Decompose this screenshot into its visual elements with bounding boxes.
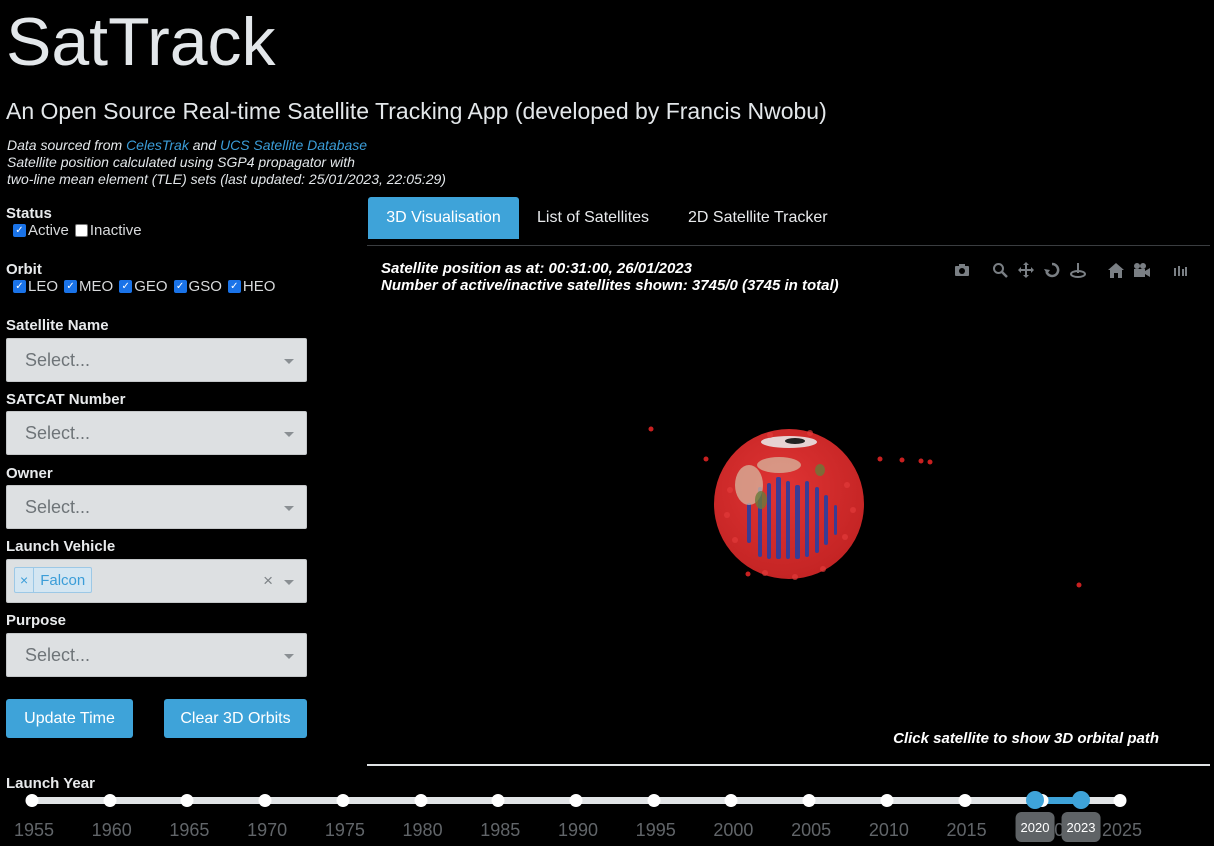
chevron-down-icon[interactable] [284,580,294,585]
slider-tick-label: 2005 [791,820,832,840]
globe-canvas[interactable] [375,255,1203,757]
slider-tick-label: 1980 [402,820,443,840]
source-prefix: Data sourced from [7,137,127,153]
launch-vehicle-label: Launch Vehicle [6,538,116,555]
status-inactive-checkbox[interactable]: Inactive [74,222,142,239]
chevron-down-icon[interactable] [284,506,294,511]
tab-3d-visualisation[interactable]: 3D Visualisation [368,197,519,239]
slider-tick-dot[interactable] [258,794,272,807]
checkbox-checked-icon[interactable]: ✓ [13,280,26,293]
slider-tick-dot[interactable] [569,794,583,807]
chevron-down-icon[interactable] [284,432,294,437]
3d-globe-plot[interactable]: Satellite position as at: 00:31:00, 26/0… [375,255,1203,757]
clear-3d-orbits-button[interactable]: Clear 3D Orbits [164,699,307,738]
owner-dropdown[interactable]: Select... [6,485,307,529]
remove-value-icon[interactable]: × [15,568,35,592]
orbit-heo-checkbox[interactable]: ✓ HEO [227,278,275,295]
range-start-tooltip: 2020 [1015,812,1055,842]
satellite-name-dropdown[interactable]: Select... [6,338,307,382]
satellite-name-label: Satellite Name [6,317,109,334]
slider-tick-label: 2025 [1101,820,1143,840]
slider-tick-dot[interactable] [25,794,39,807]
orbit-geo-checkbox[interactable]: ✓ GEO [119,278,168,295]
slider-tick-dot[interactable] [180,794,194,807]
launch-year-label: Launch Year [6,775,95,792]
orbit-leo-checkbox[interactable]: ✓ LEO [13,278,58,295]
range-end-handle[interactable] [1072,791,1090,809]
slider-tick-dot[interactable] [958,794,972,807]
slider-tick-dot[interactable] [802,794,816,807]
slider-tick-label: 1990 [557,820,599,840]
tab-bar: 3D Visualisation List of Satellites 2D S… [367,197,1210,246]
status-label: Status [6,205,52,222]
source-and: and [188,137,220,153]
status-active-checkbox[interactable]: ✓ Active [13,222,69,239]
slider-tick-label: 1970 [247,820,288,840]
satellite-markers[interactable] [648,426,1082,588]
range-end-tooltip: 2023 [1061,812,1101,842]
checkbox-checked-icon[interactable]: ✓ [119,280,133,293]
chip-label: Falcon [40,571,86,589]
slider-tick-dot[interactable] [491,794,505,807]
purpose-label: Purpose [6,612,67,629]
app-subtitle: An Open Source Real-time Satellite Track… [6,98,827,124]
app-title: SatTrack [6,4,276,80]
orbit-label: Orbit [6,261,42,278]
placeholder: Select... [25,350,91,370]
satcat-number-label: SATCAT Number [6,391,126,408]
slider-tick-dot[interactable] [880,794,894,807]
orbit-gso-checkbox[interactable]: ✓ GSO [173,278,222,295]
purpose-dropdown[interactable]: Select... [6,633,307,677]
status-checklist: ✓ Active Inactive [13,222,148,239]
ucs-database-link[interactable]: UCS Satellite Database [220,137,367,153]
checkbox-checked-icon[interactable]: ✓ [13,224,26,237]
slider-tick-label: 1975 [324,820,365,840]
tle-update-note: two-line mean element (TLE) sets (last u… [7,171,446,187]
clear-icon[interactable]: × [263,571,273,591]
checkbox-checked-icon[interactable]: ✓ [173,280,187,293]
checkbox-unchecked-icon[interactable] [74,224,88,237]
orbit-meo-checkbox[interactable]: ✓ MEO [64,278,113,295]
update-time-button[interactable]: Update Time [6,699,133,738]
selected-value-chip: × Falcon [14,567,93,593]
slider-tick-label: 2010 [868,820,909,840]
chevron-down-icon[interactable] [284,359,294,364]
slider-tick-dot[interactable] [724,794,738,807]
satcat-number-dropdown[interactable]: Select... [6,411,307,455]
plot-bottom-border [367,764,1210,766]
slider-tick-label: 1955 [13,820,55,840]
slider-tick-dot[interactable] [647,794,661,807]
slider-tick-dot[interactable] [103,794,117,807]
launch-vehicle-dropdown[interactable]: × Falcon × [6,559,307,603]
owner-label: Owner [6,465,53,482]
slider-tick-dot[interactable] [336,794,350,807]
placeholder: Select... [25,497,91,517]
slider-tick-label: 1995 [635,820,676,840]
slider-tick-label: 1985 [480,820,521,840]
slider-tick-label: 1965 [169,820,210,840]
slider-tick-label: 2015 [946,820,987,840]
slider-tick-dot[interactable] [414,794,428,807]
sgp4-note: Satellite position calculated using SGP4… [7,154,355,170]
slider-tick-dot[interactable] [1113,794,1127,807]
placeholder: Select... [25,423,91,443]
data-source-info: Data sourced from CelesTrak and UCS Sate… [7,137,446,188]
orbit-checklist: ✓ LEO ✓ MEO ✓ GEO ✓ GSO ✓ HEO [13,278,281,295]
chevron-down-icon[interactable] [284,654,294,659]
placeholder: Select... [25,645,91,665]
slider-tick-label: 2000 [713,820,754,840]
range-start-handle[interactable] [1026,791,1044,809]
earth-globe[interactable] [714,429,864,580]
tab-2d-satellite-tracker[interactable]: 2D Satellite Tracker [688,197,828,239]
tab-list-of-satellites[interactable]: List of Satellites [537,197,649,239]
slider-tick-label: 1960 [91,820,132,840]
orbital-path-hint: Click satellite to show 3D orbital path [893,730,1159,747]
checkbox-checked-icon[interactable]: ✓ [227,280,241,293]
celestrak-link[interactable]: CelesTrak [126,137,189,153]
checkbox-checked-icon[interactable]: ✓ [64,280,78,293]
